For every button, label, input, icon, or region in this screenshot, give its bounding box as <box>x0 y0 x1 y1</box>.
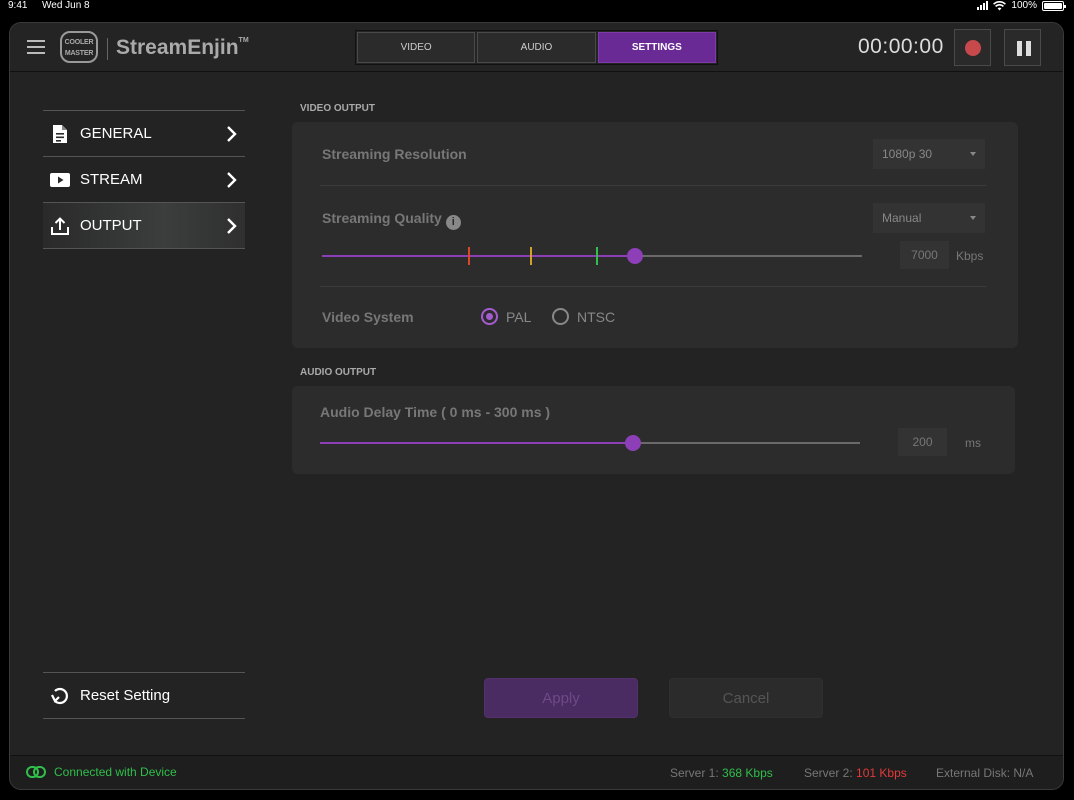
row-divider <box>320 185 986 186</box>
audio-delay-input[interactable]: 200 <box>898 428 947 456</box>
bitrate-threshold-marker <box>468 247 471 265</box>
server-1-bitrate: 368 Kbps <box>722 766 773 780</box>
status-date: Wed Jun 8 <box>42 0 90 11</box>
tab-audio[interactable]: AUDIO <box>477 32 596 63</box>
streaming-resolution-dropdown[interactable]: 1080p 30 <box>873 139 985 169</box>
logo-line-1: COOLER <box>64 39 94 46</box>
server-2-label: Server 2: <box>804 766 853 780</box>
bitrate-input[interactable]: 7000 <box>900 241 949 269</box>
sidebar-item-label: OUTPUT <box>80 217 142 234</box>
record-button[interactable] <box>954 29 991 66</box>
sidebar-item-general[interactable]: GENERAL <box>43 110 245 156</box>
sidebar-item-output[interactable]: OUTPUT <box>43 202 245 248</box>
status-bar: 9:41 Wed Jun 8 100% <box>0 0 1074 14</box>
chevron-right-icon <box>227 217 237 234</box>
logo-divider <box>107 38 108 60</box>
caret-down-icon <box>970 152 976 156</box>
tab-settings[interactable]: SETTINGS <box>597 32 716 63</box>
connection-text: Connected with Device <box>54 765 177 779</box>
record-icon <box>965 40 981 56</box>
dropdown-value: 1080p 30 <box>882 147 933 161</box>
connection-status: Connected with Device <box>26 765 177 779</box>
slider-fill <box>322 255 636 257</box>
audio-output-card: Audio Delay Time ( 0 ms - 300 ms ) 200 m… <box>292 386 1015 474</box>
server-2-status: Server 2: 101 Kbps <box>804 766 907 780</box>
bitrate-threshold-marker <box>529 247 532 265</box>
server-2-bitrate: 101 Kbps <box>856 766 907 780</box>
document-icon <box>50 124 70 144</box>
recording-timer: 00:00:00 <box>858 35 944 58</box>
external-disk-status: External Disk: N/A <box>936 766 1034 780</box>
audio-delay-slider[interactable] <box>320 435 860 451</box>
streaming-quality-dropdown[interactable]: Manual <box>873 203 985 233</box>
cancel-button[interactable]: Cancel <box>669 678 823 718</box>
audio-delay-label: Audio Delay Time ( 0 ms - 300 ms ) <box>320 404 551 420</box>
menu-icon[interactable] <box>27 40 45 54</box>
brand-name: StreamEnjinTM <box>116 36 249 60</box>
chevron-right-icon <box>227 125 237 142</box>
pause-button[interactable] <box>1004 29 1041 66</box>
radio-pal[interactable]: PAL <box>481 308 531 325</box>
bitrate-slider[interactable] <box>322 247 862 265</box>
streaming-quality-text: Streaming Quality <box>322 210 442 226</box>
slider-thumb[interactable] <box>627 248 644 264</box>
cellular-signal-icon <box>977 1 989 10</box>
chevron-right-icon <box>227 171 237 188</box>
bitrate-threshold-marker <box>596 247 599 265</box>
link-icon <box>26 766 46 778</box>
sidebar-item-stream[interactable]: STREAM <box>43 156 245 202</box>
sidebar-divider <box>43 718 245 719</box>
radio-label: NTSC <box>577 308 616 325</box>
sidebar-item-label: STREAM <box>80 171 143 188</box>
caret-down-icon <box>970 216 976 220</box>
audio-output-title: AUDIO OUTPUT <box>300 367 377 378</box>
server-1-label: Server 1: <box>670 766 719 780</box>
wifi-icon <box>993 0 1007 10</box>
bitrate-unit: Kbps <box>956 249 984 263</box>
sidebar-item-label: GENERAL <box>80 125 152 142</box>
dropdown-value: Manual <box>882 211 922 225</box>
radio-circle <box>552 308 569 325</box>
logo-line-2: MASTER <box>64 50 94 57</box>
reset-setting-label: Reset Setting <box>80 687 171 704</box>
radio-label: PAL <box>506 308 532 325</box>
streaming-quality-label: Streaming Quality i <box>322 210 461 230</box>
tab-video[interactable]: VIDEO <box>357 32 476 63</box>
video-output-card: Streaming Resolution 1080p 30 Streaming … <box>292 122 1018 348</box>
reset-icon <box>50 686 70 706</box>
cooler-master-logo: COOLER MASTER <box>60 31 98 63</box>
radio-ntsc[interactable]: NTSC <box>552 308 615 325</box>
brand-trademark: TM <box>238 37 249 44</box>
slider-thumb[interactable] <box>625 435 642 451</box>
radio-circle <box>481 308 498 325</box>
upload-icon <box>50 216 70 236</box>
status-right: 100% <box>977 0 1066 11</box>
app-window: COOLER MASTER StreamEnjinTM VIDEO AUDIO … <box>9 22 1064 790</box>
pause-icon <box>1017 41 1022 56</box>
battery-percent: 100% <box>1011 0 1037 11</box>
info-icon[interactable]: i <box>445 215 461 230</box>
status-footer: Connected with Device Server 1: 368 Kbps… <box>10 755 1063 789</box>
status-time: 9:41 <box>8 0 28 11</box>
video-output-title: VIDEO OUTPUT <box>300 103 376 114</box>
row-divider <box>320 286 986 287</box>
top-bar: COOLER MASTER StreamEnjinTM VIDEO AUDIO … <box>10 23 1063 72</box>
brand-text: StreamEnjin <box>116 36 239 59</box>
main-tabs: VIDEO AUDIO SETTINGS <box>355 30 718 65</box>
apply-button[interactable]: Apply <box>484 678 638 718</box>
server-1-status: Server 1: 368 Kbps <box>670 766 773 780</box>
audio-delay-unit: ms <box>965 436 981 450</box>
reset-setting-button[interactable]: Reset Setting <box>43 672 245 718</box>
slider-fill <box>320 442 634 444</box>
streaming-resolution-label: Streaming Resolution <box>322 146 467 162</box>
video-system-label: Video System <box>322 309 414 325</box>
battery-icon <box>1042 0 1066 11</box>
play-icon <box>50 170 70 190</box>
sidebar-divider <box>43 248 245 249</box>
